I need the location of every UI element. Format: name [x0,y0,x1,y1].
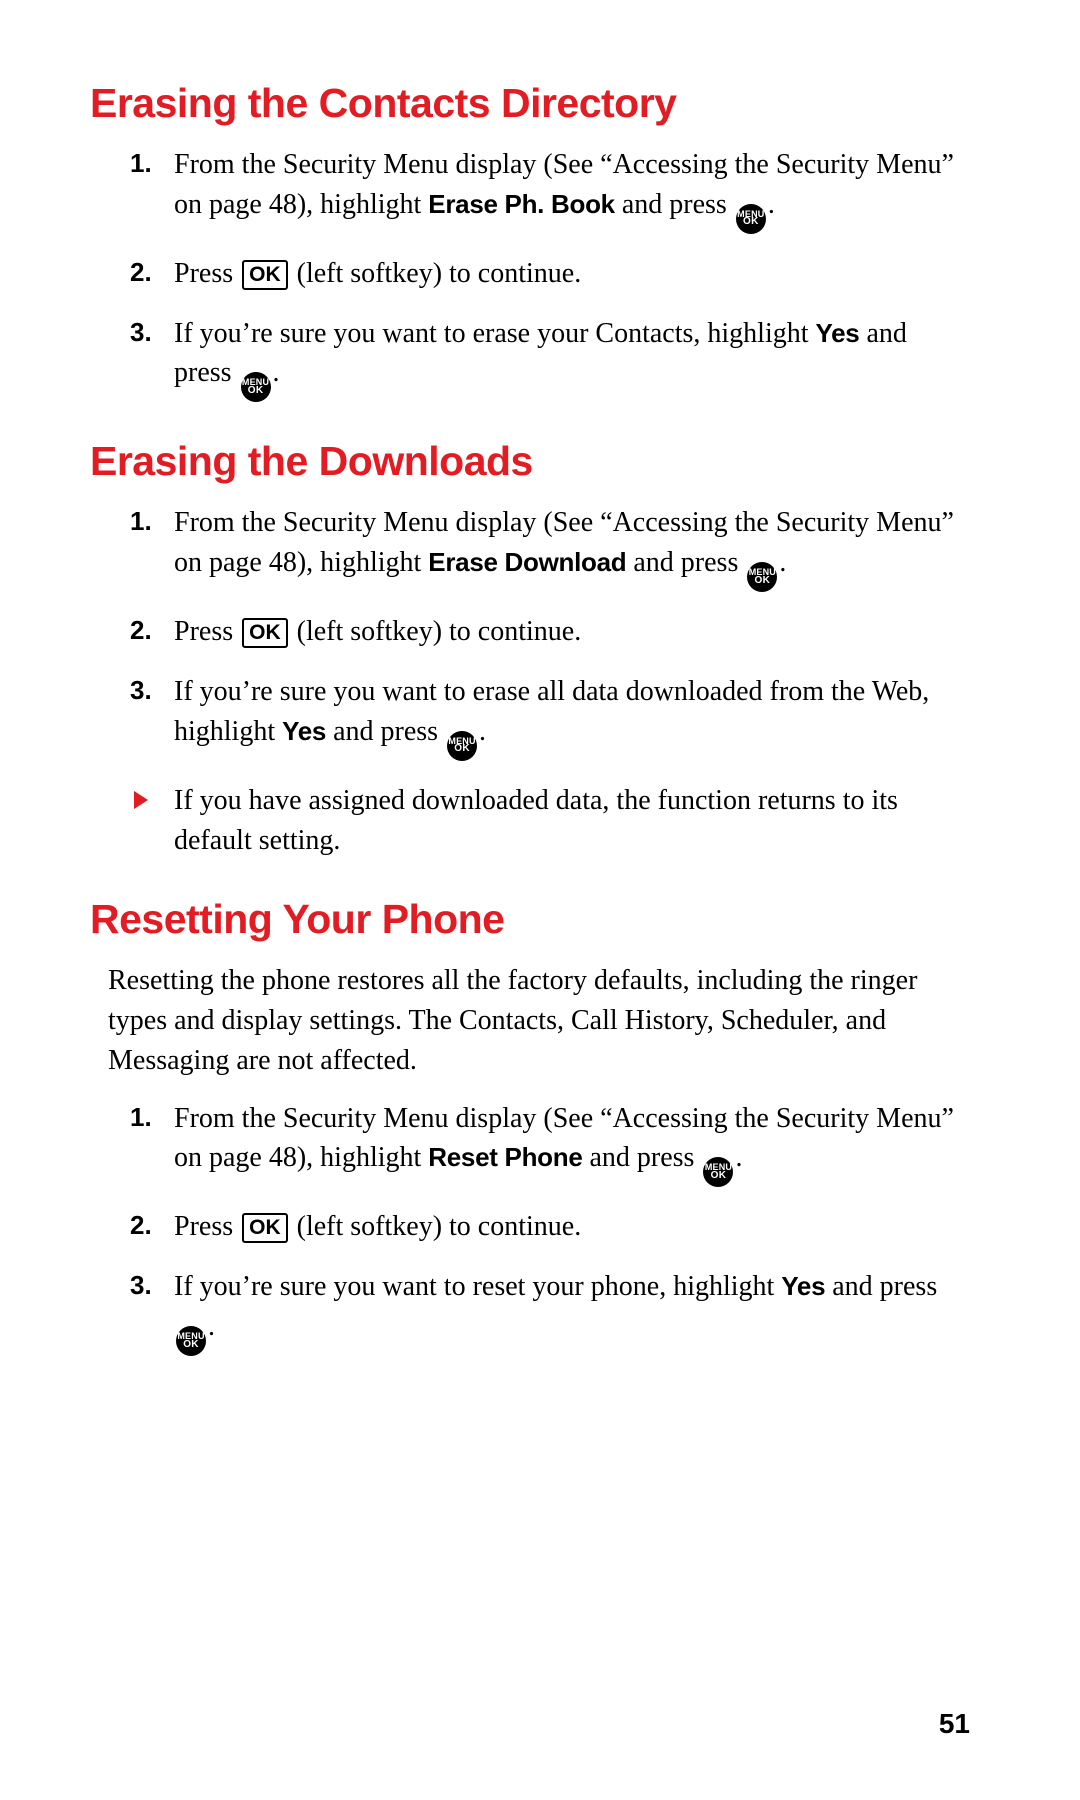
bold-label: Yes [781,1271,825,1301]
step-number: 2. [130,254,152,291]
step-number: 3. [130,672,152,709]
step-number: 2. [130,612,152,649]
ok-key-icon: OK [242,1213,288,1243]
step-item: 3.If you’re sure you want to erase all d… [130,672,970,761]
bold-label: Reset Phone [428,1142,582,1172]
section-intro: Resetting the phone restores all the fac… [108,961,970,1080]
section-heading: Erasing the Contacts Directory [90,80,970,127]
ok-key-icon: OK [242,260,288,290]
section-heading: Erasing the Downloads [90,438,970,485]
step-list: 1.From the Security Menu display (See “A… [130,1099,970,1356]
step-number: 2. [130,1207,152,1244]
step-list: 1.From the Security Menu display (See “A… [130,145,970,402]
menu-ok-icon: MENUOK [747,562,777,592]
step-item: 2.Press OK (left softkey) to continue. [130,612,970,652]
menu-ok-icon: MENUOK [703,1157,733,1187]
section-heading: Resetting Your Phone [90,896,970,943]
menu-ok-icon: MENUOK [736,204,766,234]
step-item: 1.From the Security Menu display (See “A… [130,1099,970,1188]
document-page: Erasing the Contacts Directory 1.From the… [0,0,1080,1800]
menu-ok-icon: MENUOK [447,731,477,761]
step-item: 3.If you’re sure you want to reset your … [130,1267,970,1356]
bold-label: Yes [816,318,860,348]
bold-label: Erase Ph. Book [428,189,615,219]
step-item: 1.From the Security Menu display (See “A… [130,503,970,592]
menu-ok-icon: MENUOK [176,1326,206,1356]
step-item: 2.Press OK (left softkey) to continue. [130,254,970,294]
bold-label: Yes [282,716,326,746]
note-list: If you have assigned downloaded data, th… [130,781,970,861]
step-list: 1.From the Security Menu display (See “A… [130,503,970,760]
step-number: 1. [130,1099,152,1136]
step-item: 3.If you’re sure you want to erase your … [130,314,970,403]
step-item: 2.Press OK (left softkey) to continue. [130,1207,970,1247]
step-number: 3. [130,314,152,351]
step-item: 1.From the Security Menu display (See “A… [130,145,970,234]
step-number: 3. [130,1267,152,1304]
ok-key-icon: OK [242,618,288,648]
menu-ok-icon: MENUOK [241,372,271,402]
step-number: 1. [130,503,152,540]
bold-label: Erase Download [428,547,626,577]
page-number: 51 [939,1708,970,1740]
note-item: If you have assigned downloaded data, th… [130,781,970,861]
step-number: 1. [130,145,152,182]
